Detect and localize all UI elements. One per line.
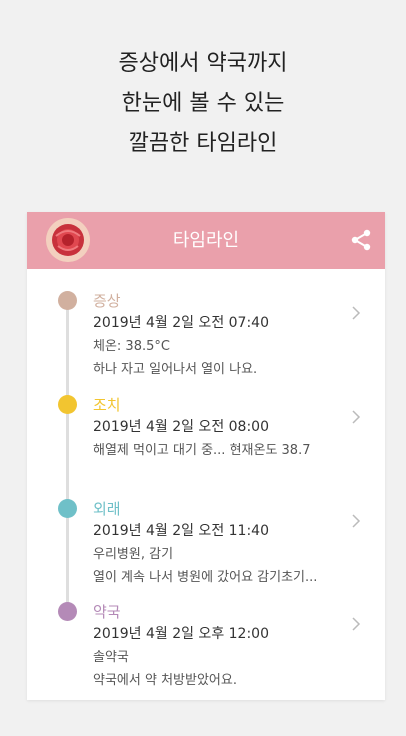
phone-screen: 타임라인 증상 2019년 4월 2일 오전 07:40 체온: 38.5°C …	[27, 212, 385, 700]
item-note: 약국에서 약 처방받았어요.	[93, 673, 237, 688]
item-category: 외래	[93, 500, 121, 518]
item-detail: 체온: 38.5°C	[93, 339, 170, 354]
chevron-right-icon[interactable]	[351, 409, 361, 425]
item-detail: 솔약국	[93, 650, 129, 665]
item-detail: 해열제 먹이고 대기 중... 현재온도 38.7	[93, 443, 311, 458]
chevron-right-icon[interactable]	[351, 616, 361, 632]
item-date: 2019년 4월 2일 오전 08:00	[93, 419, 269, 435]
item-detail: 우리병원, 감기	[93, 547, 174, 562]
timeline-item[interactable]: 외래 2019년 4월 2일 오전 11:40 우리병원, 감기 열이 계속 나…	[27, 499, 385, 595]
timeline-item[interactable]: 약국 2019년 4월 2일 오후 12:00 솔약국 약국에서 약 처방받았어…	[27, 602, 385, 698]
timeline-dot	[58, 395, 77, 414]
item-category: 증상	[93, 292, 121, 310]
promo-headline: 증상에서 약국까지 한눈에 볼 수 있는 깔끔한 타임라인	[0, 44, 406, 164]
timeline-item[interactable]: 조치 2019년 4월 2일 오전 08:00 해열제 먹이고 대기 중... …	[27, 395, 385, 491]
page-title: 타임라인	[172, 230, 240, 251]
item-note: 열이 계속 나서 병원에 갔어요 감기초기...	[93, 570, 318, 585]
item-date: 2019년 4월 2일 오전 07:40	[93, 315, 269, 331]
item-date: 2019년 4월 2일 오전 11:40	[93, 523, 269, 539]
headline-line-2: 한눈에 볼 수 있는	[121, 91, 285, 116]
share-icon[interactable]	[349, 228, 373, 252]
chevron-right-icon[interactable]	[351, 305, 361, 321]
item-category: 약국	[93, 603, 121, 621]
item-date: 2019년 4월 2일 오후 12:00	[93, 626, 269, 642]
timeline-dot	[58, 602, 77, 621]
timeline-item[interactable]: 증상 2019년 4월 2일 오전 07:40 체온: 38.5°C 하나 자고…	[27, 291, 385, 387]
chevron-right-icon[interactable]	[351, 513, 361, 529]
headline-line-3: 깔끔한 타임라인	[128, 131, 278, 156]
timeline-dot	[58, 499, 77, 518]
timeline-dot	[58, 291, 77, 310]
item-category: 조치	[93, 396, 121, 414]
item-note: 하나 자고 일어나서 열이 나요.	[93, 362, 258, 377]
app-bar: 타임라인	[27, 212, 385, 269]
headline-line-1: 증상에서 약국까지	[118, 51, 288, 76]
